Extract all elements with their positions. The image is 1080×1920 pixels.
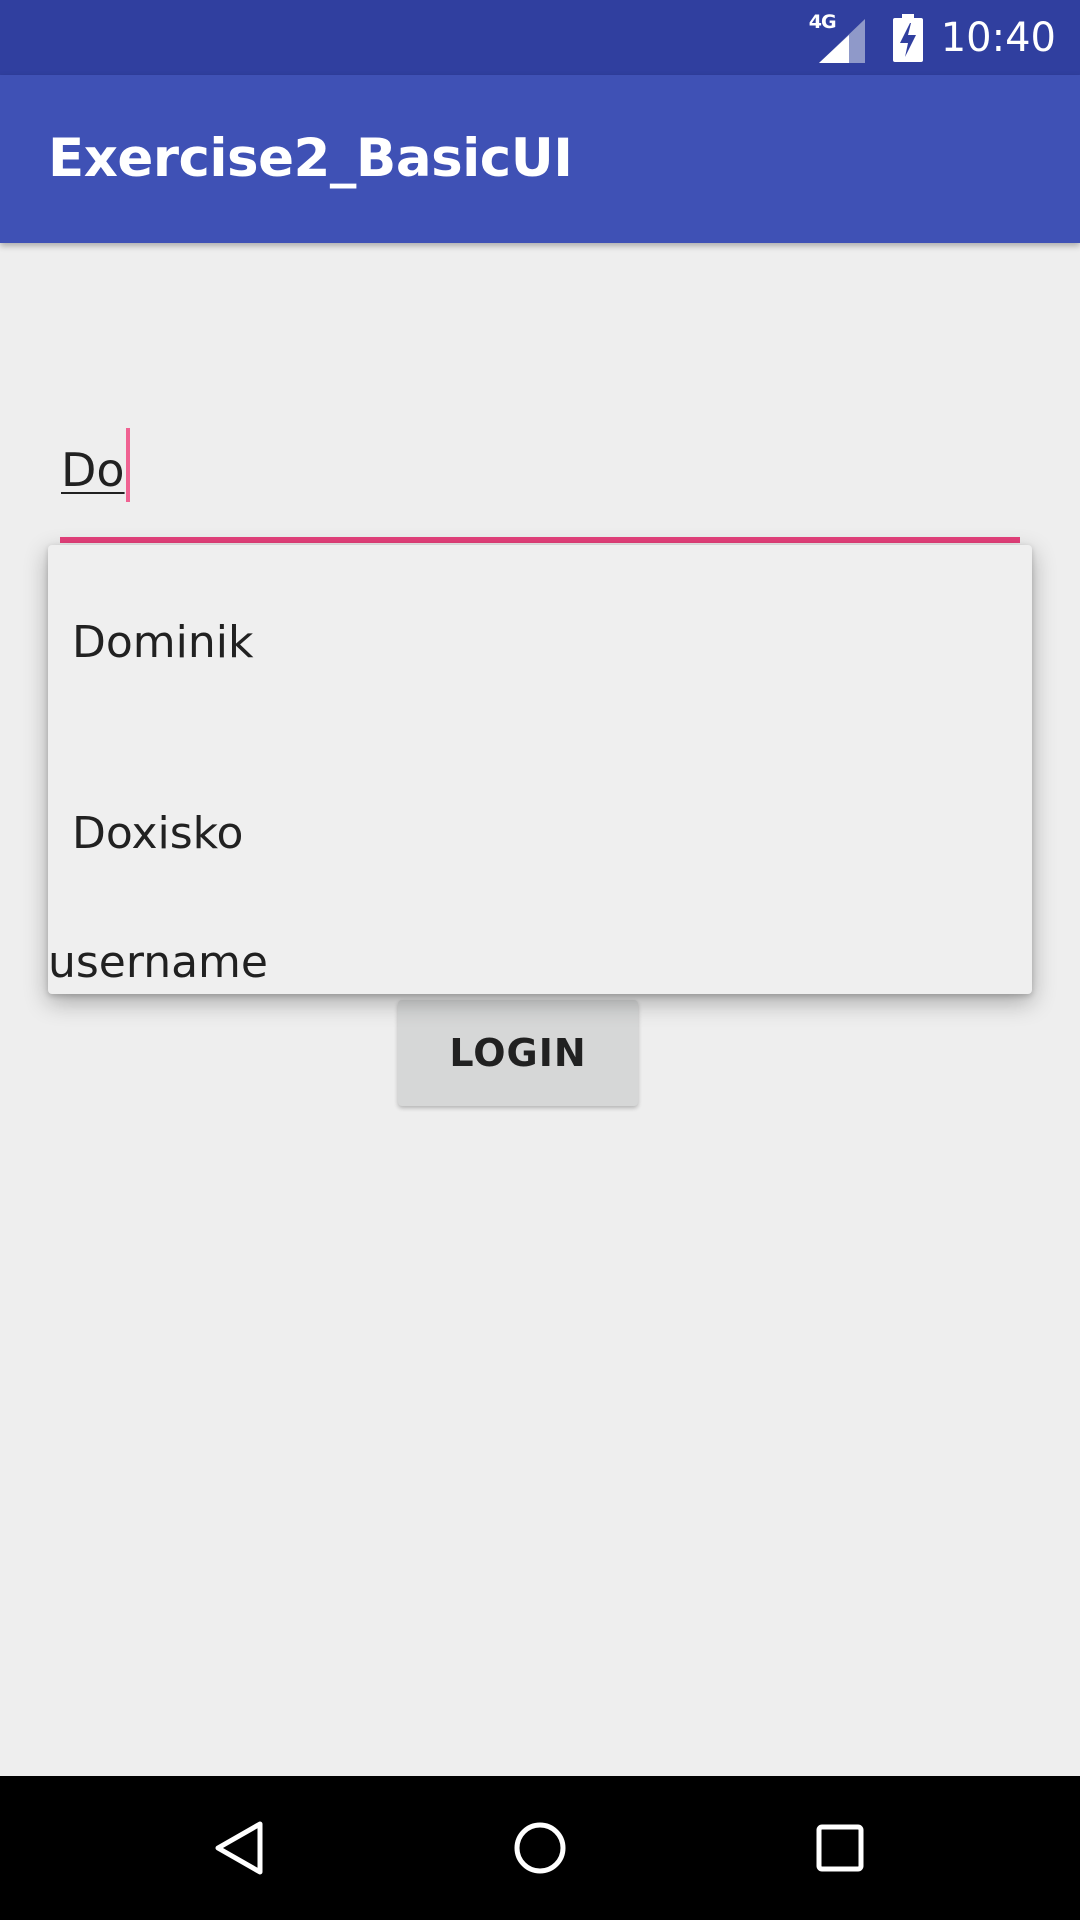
recents-icon xyxy=(816,1824,864,1872)
app-bar: Exercise2_BasicUI xyxy=(0,75,1080,243)
home-button[interactable] xyxy=(490,1798,590,1898)
back-button[interactable] xyxy=(190,1798,290,1898)
recents-button[interactable] xyxy=(790,1798,890,1898)
home-icon xyxy=(514,1822,566,1874)
input-text: Do xyxy=(61,443,125,497)
input-underline xyxy=(60,537,1020,543)
text-cursor xyxy=(125,428,130,502)
suggestion-label: Doxisko xyxy=(72,808,244,859)
suggestion-item-doxisko[interactable]: Doxisko xyxy=(48,735,1032,925)
app-title: Exercise2_BasicUI xyxy=(48,128,573,189)
battery-charging-icon xyxy=(892,13,923,62)
suggestion-item-dominik[interactable]: Dominik xyxy=(48,545,1032,735)
dropdown-footer-text: username xyxy=(48,937,268,988)
clock: 10:40 xyxy=(940,14,1056,61)
back-icon xyxy=(215,1821,263,1875)
suggestion-label: Dominik xyxy=(72,617,254,668)
screen: 4G 10:40 Exercise2_BasicUI Do LOGIN Domi… xyxy=(0,0,1080,1920)
input-value: Do xyxy=(61,428,130,502)
username-input[interactable]: Do xyxy=(60,410,1020,543)
navigation-bar xyxy=(0,1776,1080,1920)
login-button[interactable]: LOGIN xyxy=(398,1000,638,1106)
signal-icon xyxy=(818,18,865,63)
status-icons: 4G 10:40 xyxy=(809,0,1056,75)
network-indicator: 4G xyxy=(809,11,867,63)
autocomplete-dropdown: Dominik Doxisko username xyxy=(48,545,1032,994)
status-bar: 4G 10:40 xyxy=(0,0,1080,75)
